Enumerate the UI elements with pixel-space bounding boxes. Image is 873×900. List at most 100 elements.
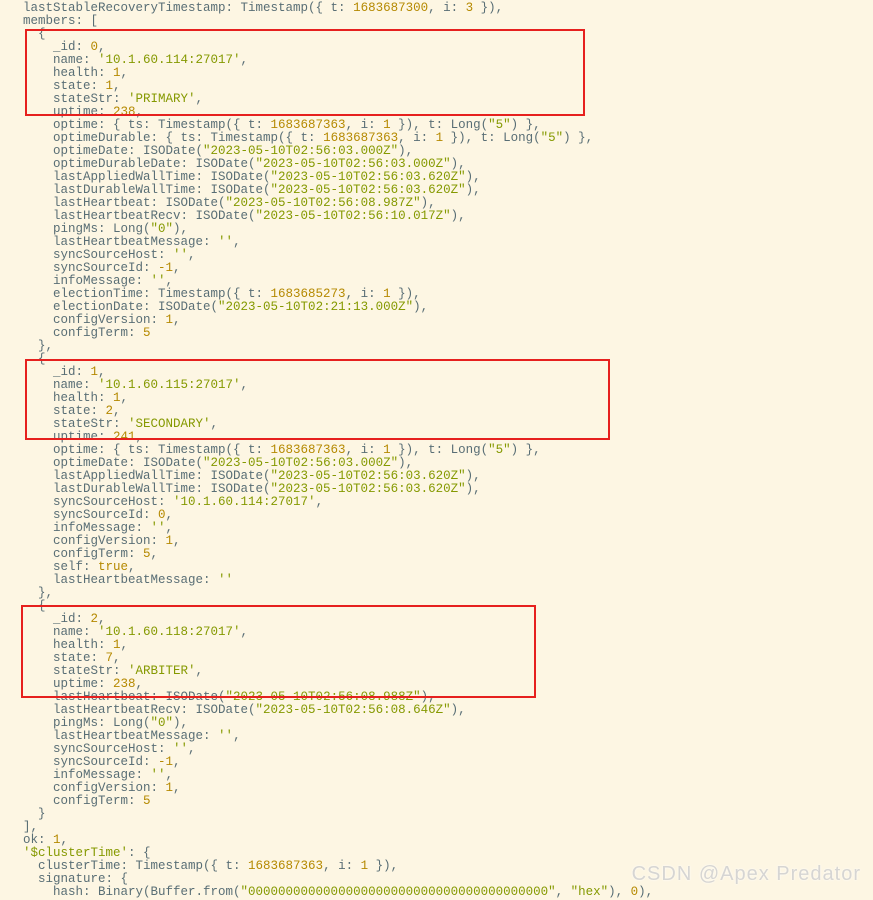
code-token: , <box>173 313 181 327</box>
code-token: , i: <box>346 443 384 457</box>
code-token: , <box>98 365 106 379</box>
code-line: configTerm: 5 <box>8 795 873 808</box>
code-token: syncSourceHost: <box>8 742 173 756</box>
code-token: , <box>233 235 241 249</box>
code-token: syncSourceHost: <box>8 248 173 262</box>
code-token: true <box>98 560 128 574</box>
code-token: , <box>136 677 144 691</box>
code-token: }), <box>473 1 503 15</box>
code-token: 238 <box>113 105 136 119</box>
code-token: 1683687300 <box>353 1 428 15</box>
code-token: 5 <box>143 794 151 808</box>
code-token: pingMs: Long( <box>8 222 151 236</box>
code-token: ) }, <box>511 443 541 457</box>
code-token: infoMessage: <box>8 521 151 535</box>
code-token: uptime: <box>8 430 113 444</box>
code-token: lastAppliedWallTime: ISODate( <box>8 170 271 184</box>
code-token: "2023-05-10T02:56:03.620Z" <box>271 482 466 496</box>
code-token: 1 <box>361 859 369 873</box>
code-token: '10.1.60.115:27017' <box>98 378 241 392</box>
code-token: stateStr: <box>8 664 128 678</box>
code-token: , <box>98 612 106 626</box>
code-token: ), <box>466 170 481 184</box>
code-token: health: <box>8 391 113 405</box>
code-token: ), <box>466 482 481 496</box>
code-token: ), <box>638 885 653 899</box>
code-token: uptime: <box>8 105 113 119</box>
code-token: ) }, <box>511 118 541 132</box>
code-token: ), <box>608 885 631 899</box>
code-token: "0" <box>151 222 174 236</box>
code-token: _id: <box>8 40 91 54</box>
code-token: configVersion: <box>8 313 166 327</box>
code-token: , <box>61 833 69 847</box>
code-token: _id: <box>8 365 91 379</box>
code-line: hash: Binary(Buffer.from("00000000000000… <box>8 886 873 899</box>
code-token: lastAppliedWallTime: ISODate( <box>8 469 271 483</box>
code-token: { <box>8 352 46 366</box>
code-token: optimeDurableDate: ISODate( <box>8 157 256 171</box>
code-token: '10.1.60.118:27017' <box>98 625 241 639</box>
code-token: members: [ <box>8 14 98 28</box>
code-token: , <box>233 729 241 743</box>
code-token: syncSourceId: <box>8 261 158 275</box>
code-line: configTerm: 5, <box>8 548 873 561</box>
code-token: "2023-05-10T02:56:03.620Z" <box>271 170 466 184</box>
code-token: 241 <box>113 430 136 444</box>
code-token: ], <box>8 820 38 834</box>
code-token: 2 <box>106 404 114 418</box>
code-token: "5" <box>541 131 564 145</box>
code-token: , <box>136 430 144 444</box>
code-token: name: <box>8 625 98 639</box>
code-token: , i: <box>346 118 384 132</box>
code-token: "0" <box>151 716 174 730</box>
code-token: 1 <box>383 287 391 301</box>
code-token: , <box>151 547 159 561</box>
code-token: "000000000000000000000000000000000000000… <box>241 885 556 899</box>
code-token: , <box>113 79 121 93</box>
code-token: clusterTime: Timestamp({ t: <box>8 859 248 873</box>
code-token: }), <box>368 859 398 873</box>
code-token: , <box>98 40 106 54</box>
code-token: infoMessage: <box>8 274 151 288</box>
code-token: '$clusterTime' <box>23 846 128 860</box>
code-token: 1 <box>383 118 391 132</box>
code-line: name: '10.1.60.118:27017', <box>8 626 873 639</box>
code-token: stateStr: <box>8 92 128 106</box>
code-token: , <box>188 742 196 756</box>
code-token: health: <box>8 66 113 80</box>
code-token: 'SECONDARY' <box>128 417 211 431</box>
code-line: name: '10.1.60.115:27017', <box>8 379 873 392</box>
code-token: "5" <box>488 443 511 457</box>
code-token: 238 <box>113 677 136 691</box>
code-token: 2 <box>91 612 99 626</box>
code-token: , <box>173 781 181 795</box>
code-token: '' <box>218 235 233 249</box>
code-line: } <box>8 808 873 821</box>
code-token: lastHeartbeat: ISODate( <box>8 690 226 704</box>
code-token: "5" <box>488 118 511 132</box>
code-token: ), <box>466 183 481 197</box>
code-token: 1 <box>166 534 174 548</box>
code-token: , <box>113 651 121 665</box>
code-token: syncSourceId: <box>8 508 158 522</box>
code-line: lastHeartbeatMessage: '' <box>8 574 873 587</box>
code-token: 1 <box>113 638 121 652</box>
code-token: , <box>173 534 181 548</box>
code-token: , <box>166 508 174 522</box>
code-line: health: 1, <box>8 639 873 652</box>
code-token: , <box>113 404 121 418</box>
code-token: lastDurableWallTime: ISODate( <box>8 482 271 496</box>
code-token: , <box>316 495 324 509</box>
code-token: '10.1.60.114:27017' <box>98 53 241 67</box>
code-token: ), <box>173 222 188 236</box>
code-line: { <box>8 28 873 41</box>
code-token: configVersion: <box>8 534 166 548</box>
code-token: syncSourceHost: <box>8 495 173 509</box>
code-token: -1 <box>158 755 173 769</box>
code-token: lastHeartbeatMessage: <box>8 235 218 249</box>
code-token: ), <box>398 144 413 158</box>
code-token <box>8 846 23 860</box>
code-token: signature: { <box>8 872 128 886</box>
code-token: 1683687363 <box>271 443 346 457</box>
